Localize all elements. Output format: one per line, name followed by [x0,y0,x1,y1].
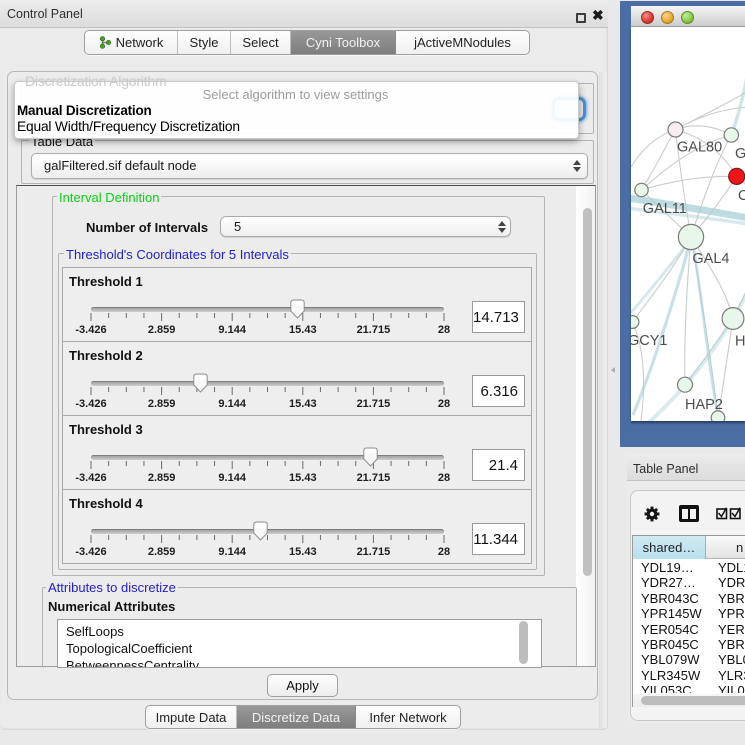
svg-text:GA: GA [735,146,745,162]
svg-text:C: C [738,188,745,204]
svg-text:GAL80: GAL80 [677,140,722,156]
svg-text:HAP2: HAP2 [685,397,723,413]
svg-text:GAL11: GAL11 [643,201,687,217]
svg-text:GAL4: GAL4 [692,251,729,267]
svg-text:H: H [735,334,745,350]
svg-text:GCY1: GCY1 [631,333,668,349]
